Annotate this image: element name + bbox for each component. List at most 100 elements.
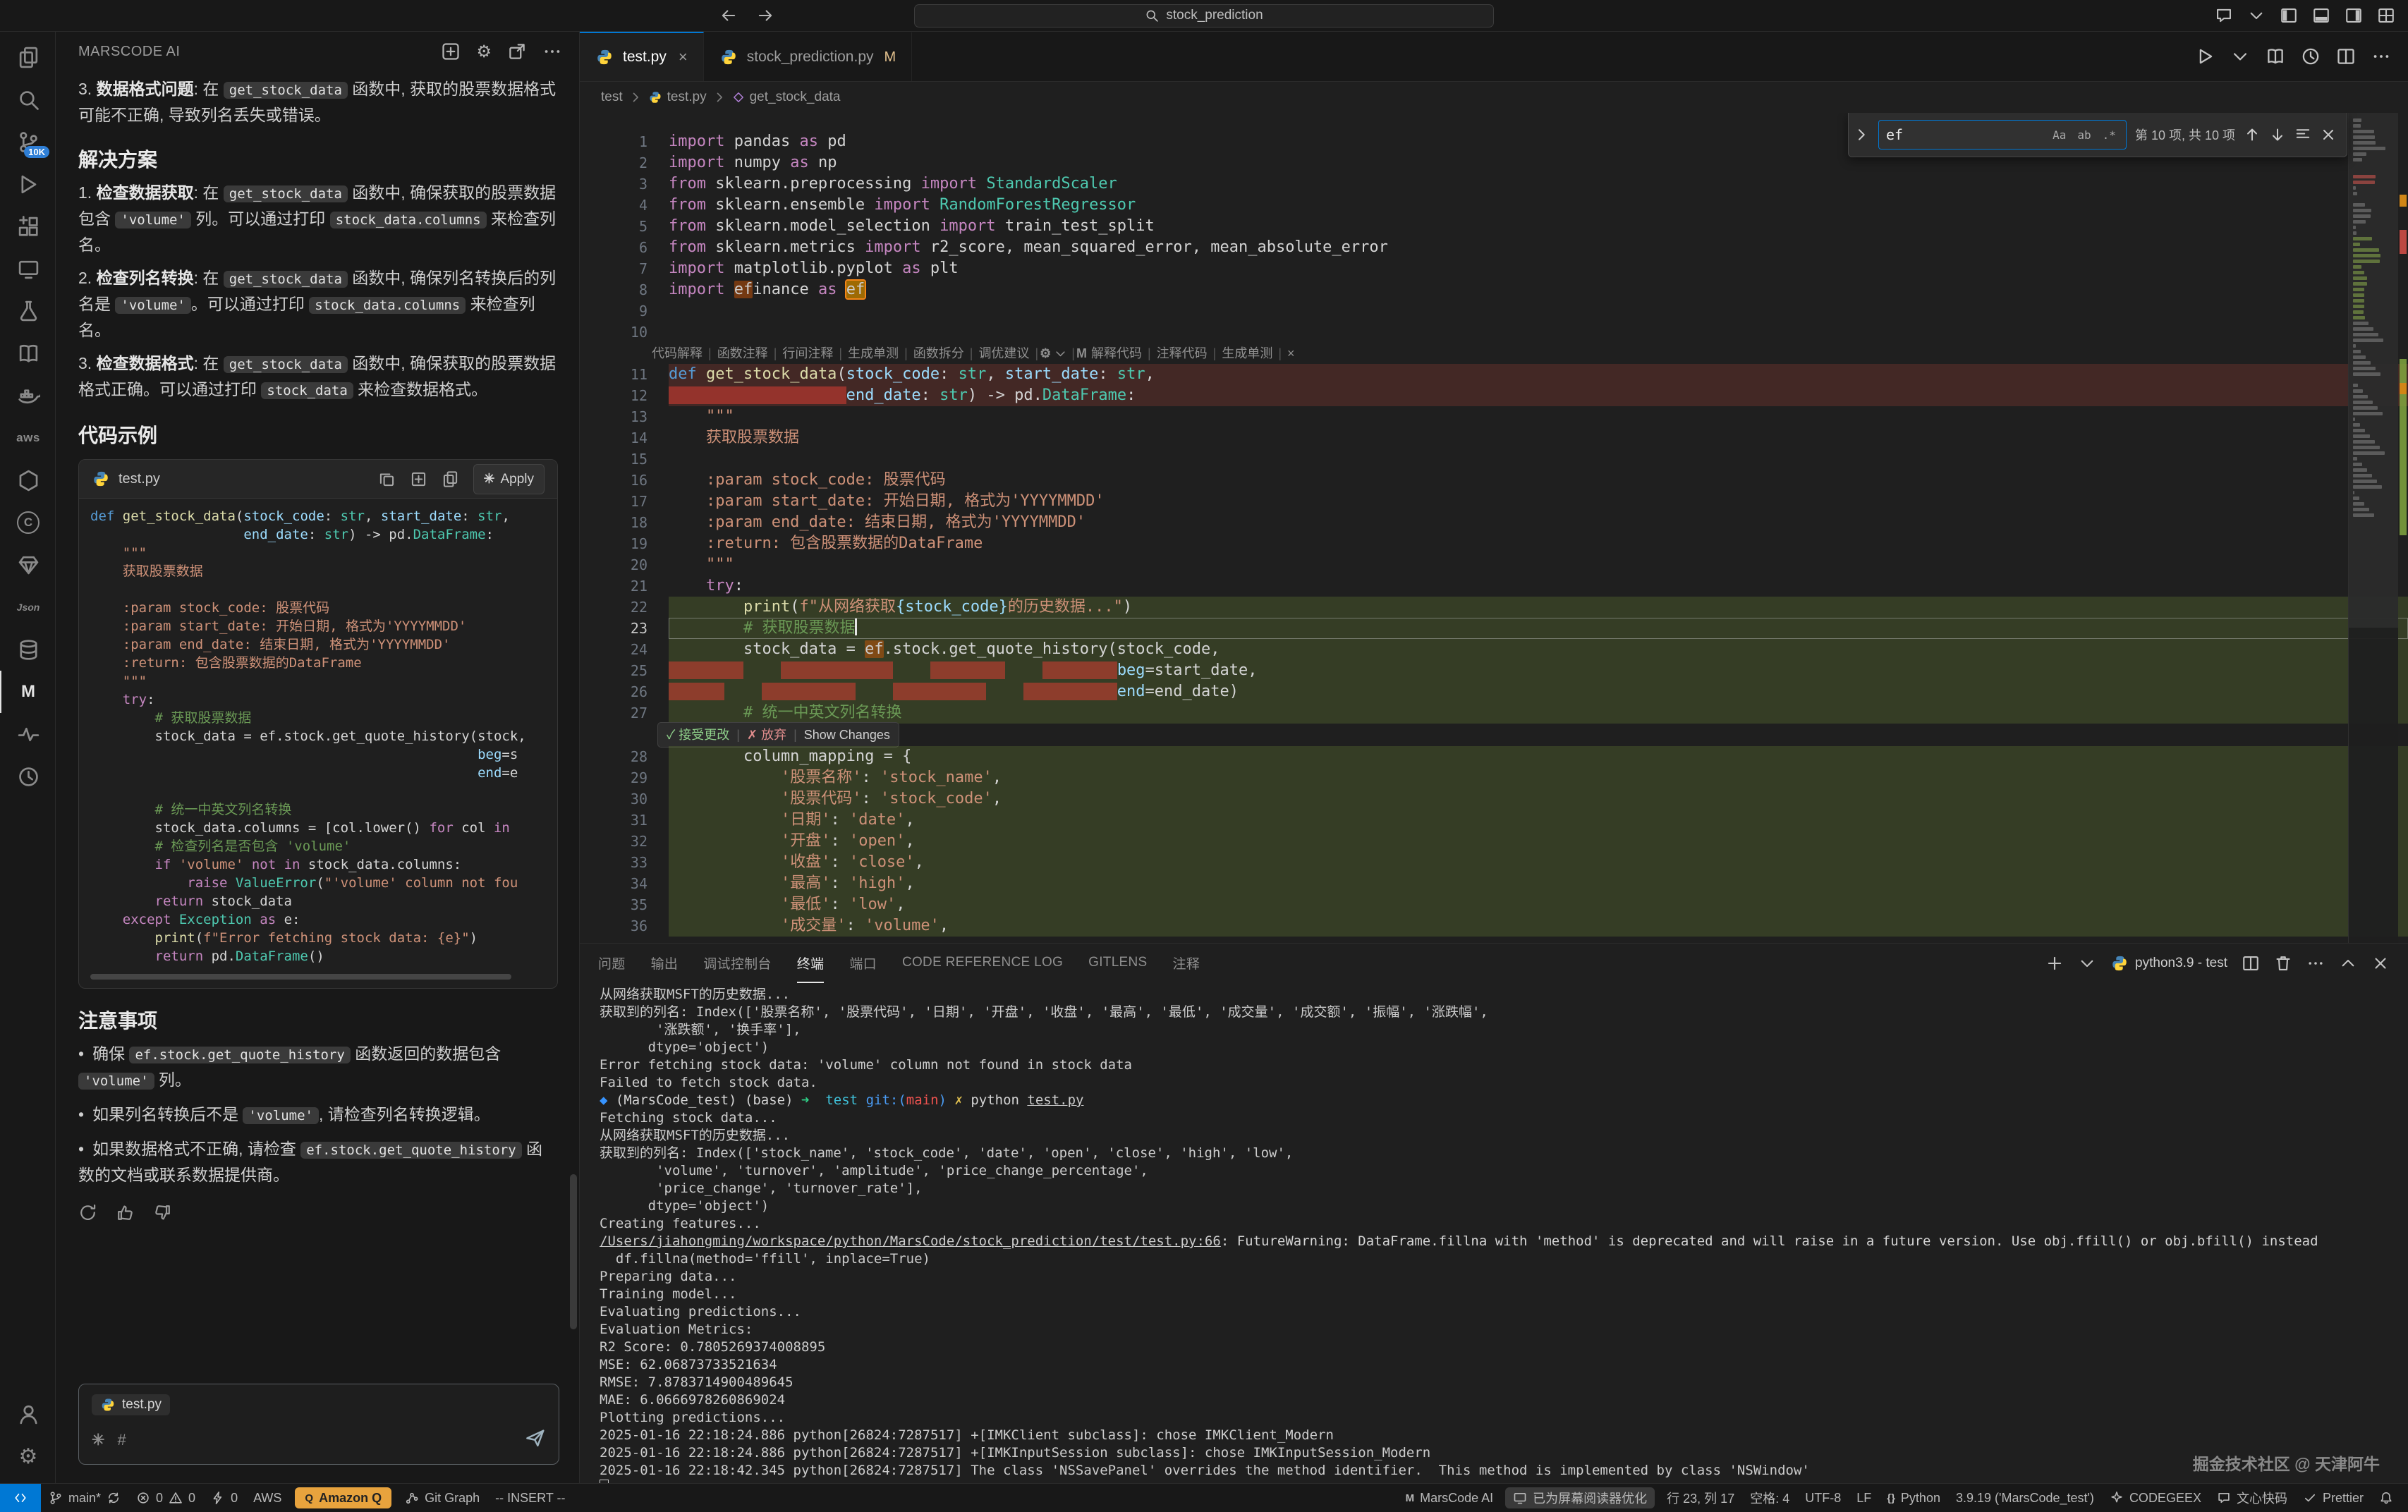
toggle-secondary-sidebar-icon[interactable] [2345, 6, 2363, 25]
panel-more-actions-icon[interactable] [2306, 954, 2325, 973]
terminal-instance[interactable]: python3.9 - test [2110, 954, 2227, 973]
apply-button[interactable]: ✳Apply [473, 464, 545, 494]
toggle-replace-icon[interactable] [1853, 126, 1870, 143]
settings-icon[interactable]: ⚙ [476, 42, 492, 62]
new-file-icon[interactable] [442, 470, 459, 488]
codelens-4[interactable]: 函数拆分 [913, 343, 964, 364]
maximize-panel-icon[interactable] [2339, 954, 2357, 973]
status-remote-indicator[interactable] [0, 1484, 41, 1512]
show-changes-button[interactable]: Show Changes [804, 724, 890, 745]
sidebar-scrollbar[interactable] [570, 1174, 577, 1329]
codelens-0[interactable]: 代码解释 [652, 343, 703, 364]
find-in-selection-icon[interactable] [2294, 126, 2311, 143]
tab-test.py[interactable]: test.py× [580, 32, 704, 81]
codelens-1[interactable]: 函数注释 [717, 343, 768, 364]
codelens-3[interactable]: 生成单测 [848, 343, 899, 364]
terminal-profiles-icon[interactable] [2078, 954, 2096, 973]
panel-tab-CODE REFERENCE LOG[interactable]: CODE REFERENCE LOG [902, 944, 1063, 983]
activity-manage-settings[interactable]: ⚙ [0, 1435, 55, 1477]
command-center-search[interactable]: stock_prediction [914, 4, 1494, 28]
activity-explorer[interactable] [0, 36, 55, 78]
chat-input-box[interactable]: test.py✳# [78, 1384, 559, 1465]
minimap-slider[interactable] [2349, 113, 2398, 628]
panel-tab-输出[interactable]: 输出 [651, 944, 679, 983]
previous-match-icon[interactable] [2244, 126, 2261, 143]
open-in-editor-icon[interactable] [507, 42, 527, 61]
dislike-icon[interactable] [153, 1203, 172, 1222]
code-editor[interactable]: 1import pandas as pd2import numpy as np3… [580, 113, 2408, 943]
activity-extensions[interactable] [0, 205, 55, 248]
send-button[interactable] [525, 1427, 546, 1453]
kill-terminal-icon[interactable] [2274, 954, 2292, 973]
tab-stock_prediction.py[interactable]: stock_prediction.pyM [704, 32, 912, 81]
copilot-menu-icon[interactable] [2247, 6, 2266, 25]
activity-json-tools[interactable]: Json [0, 586, 55, 628]
activity-notebook[interactable] [0, 332, 55, 374]
activity-accounts[interactable] [0, 1393, 55, 1435]
chat-message-area[interactable]: 3. 数据格式问题: 在 get_stock_data 函数中, 获取的股票数据… [56, 71, 579, 1375]
lens-menu-icon[interactable] [1054, 347, 1067, 360]
split-editor-icon[interactable] [2336, 47, 2356, 66]
activity-gem-tools[interactable] [0, 544, 55, 586]
nav-forward-icon[interactable] [756, 6, 774, 25]
status-indentation[interactable]: 空格: 4 [1742, 1484, 1797, 1512]
status-problems[interactable]: 00 [128, 1484, 203, 1512]
more-actions-icon[interactable] [542, 42, 562, 61]
close-codelens[interactable]: × [1287, 343, 1295, 364]
activity-pulse-tools[interactable] [0, 713, 55, 755]
activity-database-tools[interactable] [0, 628, 55, 671]
skills-icon[interactable]: ✳ [92, 1431, 104, 1449]
breadcrumb-test[interactable]: test [601, 90, 623, 105]
status-encoding[interactable]: UTF-8 [1797, 1484, 1849, 1512]
status-git-branch[interactable]: main* [41, 1484, 128, 1512]
status-marscode-ai[interactable]: MMarsCode AI [1398, 1484, 1502, 1512]
match-case[interactable]: Aa [2050, 128, 2069, 142]
split-terminal-icon[interactable] [2242, 954, 2260, 973]
new-chat-icon[interactable] [441, 42, 461, 61]
copy-code-icon[interactable] [378, 470, 396, 488]
minimap[interactable] [2348, 113, 2398, 943]
accept-changes-button[interactable]: ✓ 接受更改 [667, 724, 729, 745]
activity-docker[interactable] [0, 374, 55, 417]
panel-tab-注释[interactable]: 注释 [1173, 944, 1200, 983]
status-python-interpreter[interactable]: 3.9.19 ('MarsCode_test') [1948, 1484, 2102, 1512]
panel-tab-调试控制台[interactable]: 调试控制台 [703, 944, 772, 983]
status-screen-reader-mode[interactable]: 已为屏幕阅读器优化 [1505, 1487, 1655, 1508]
close-panel-icon[interactable] [2371, 954, 2390, 973]
close-find-icon[interactable] [2320, 126, 2337, 143]
customize-layout-icon[interactable] [2377, 6, 2395, 25]
status-notifications[interactable] [2371, 1484, 2401, 1512]
activity-history-tools[interactable] [0, 755, 55, 798]
new-terminal-icon[interactable] [2045, 954, 2064, 973]
like-icon[interactable] [116, 1203, 135, 1222]
ai-codelens-0[interactable]: 解释代码 [1091, 343, 1142, 364]
toggle-primary-sidebar-icon[interactable] [2280, 6, 2298, 25]
more-editor-actions-icon[interactable] [2371, 47, 2391, 66]
use-regex[interactable]: .* [2100, 128, 2119, 142]
code-card-hscrollbar[interactable] [90, 974, 511, 980]
panel-tab-问题[interactable]: 问题 [598, 944, 626, 983]
activity-cloud-tools[interactable] [0, 459, 55, 501]
open-preview-icon[interactable] [2266, 47, 2285, 66]
activity-run-debug[interactable] [0, 163, 55, 205]
status-prettier[interactable]: Prettier [2295, 1484, 2371, 1512]
status-codegeex[interactable]: CODEGEEX [2102, 1484, 2209, 1512]
timeline-icon[interactable] [2301, 47, 2321, 66]
breadcrumb-get_stock_data[interactable]: get_stock_data [732, 90, 841, 105]
activity-remote-explorer[interactable] [0, 248, 55, 290]
activity-codegeex[interactable]: C [0, 501, 55, 544]
status-git-graph[interactable]: Git Graph [397, 1484, 487, 1512]
run-dropdown-icon[interactable] [2230, 47, 2250, 66]
status-eol[interactable]: LF [1849, 1484, 1879, 1512]
panel-tab-GITLENS[interactable]: GITLENS [1088, 944, 1147, 983]
status-cursor-position[interactable]: 行 23, 列 17 [1659, 1484, 1742, 1512]
activity-source-control[interactable]: 10K [0, 121, 55, 163]
run-python-file-icon[interactable] [2195, 47, 2215, 66]
lens-settings-icon[interactable]: ⚙ [1040, 343, 1051, 364]
terminal[interactable]: 从网络获取MSFT的历史数据...获取到的列名: Index(['股票名称', … [580, 983, 2408, 1483]
panel-tab-端口[interactable]: 端口 [849, 944, 877, 983]
activity-marscode[interactable]: M [0, 671, 55, 713]
find-input[interactable]: efAaab.* [1878, 120, 2127, 150]
toggle-panel-icon[interactable] [2312, 6, 2330, 25]
status-language-mode[interactable]: {}Python [1879, 1484, 1948, 1512]
